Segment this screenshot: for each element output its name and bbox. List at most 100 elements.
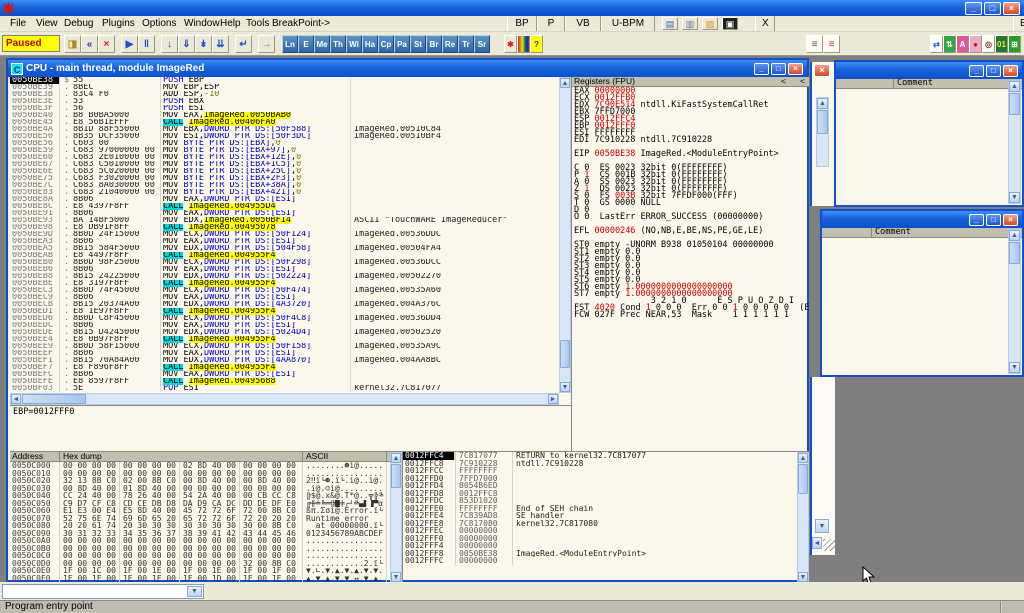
scroll-down-icon[interactable]: ▼ — [798, 572, 808, 582]
win-close-button[interactable]: × — [1003, 214, 1018, 226]
dump-row[interactable]: 0050C0D000 00 00 0000 00 00 0000 00 00 0… — [10, 560, 390, 568]
pause-button[interactable]: ‖ — [138, 35, 155, 53]
disasm-row[interactable]: 0050BEBE.E8 3197F8FFCALL ImageRed.004955… — [10, 280, 559, 287]
disasm-row[interactable]: 0050BEE9.8B0D 58F15000MOV ECX,DWORD PTR … — [10, 343, 559, 350]
dump-row[interactable]: 0050C02032 13 8B C002 00 8B C000 8D 40 0… — [10, 477, 390, 485]
disasm-row[interactable]: 0050BF03.5EPOP ESIkernel32.7C817077 — [10, 385, 559, 392]
scroll-right-icon[interactable]: ► — [548, 394, 558, 404]
win-close-button[interactable]: × — [1003, 65, 1018, 77]
disasm-row[interactable]: 0050BE3F.56PUSH ESI — [10, 105, 559, 112]
dump-row[interactable]: 0050C00000 00 00 0000 00 00 0002 8D 40 0… — [10, 462, 390, 470]
stack-row[interactable]: 0012FFC47C817077RETURN to kernel32.7C817… — [403, 452, 797, 460]
comment-middle-vscrollbar[interactable]: ▲ ▼ — [1008, 229, 1021, 374]
letter-button-br[interactable]: Br — [426, 35, 442, 53]
scroll-down-icon[interactable]: ▼ — [1009, 362, 1020, 373]
letter-button-wi[interactable]: Wi — [346, 35, 362, 53]
disasm-row[interactable]: 0050BE83.C683 21040000 00MOV BYTE PTR DS… — [10, 189, 559, 196]
dump-row[interactable]: 0050C03000 8D 40 0001 8D 40 0000 00 00 0… — [10, 485, 390, 493]
disasm-row[interactable]: 0050BEF1.8B15 70A84A00MOV EDX,DWORD PTR … — [10, 357, 559, 364]
step-over-button[interactable]: ⇓ — [178, 35, 195, 53]
letter-button-ln[interactable]: Ln — [282, 35, 298, 53]
disasm-row[interactable]: 0050BE38$55PUSH EBP — [10, 77, 559, 84]
stack-row[interactable]: 0012FFD07FFD7000 — [403, 475, 797, 483]
letter-button-ha[interactable]: Ha — [362, 35, 378, 53]
dump-row[interactable]: 0050C040CC 24 40 0078 26 40 0054 2A 40 0… — [10, 492, 390, 500]
dump-row[interactable]: 0050C0E01F 00 1C 001F 00 1E 001F 00 1E 0… — [10, 567, 390, 575]
spiral-icon[interactable]: ◎ — [982, 35, 995, 53]
menu-item-u-bpm[interactable]: U-BPM — [601, 16, 655, 31]
stack-row[interactable]: 0012FFE47C839AD8SE handler — [403, 512, 797, 520]
register-line[interactable]: O 0 LastErr ERROR_SUCCESS (00000000) — [574, 214, 809, 221]
disasm-row[interactable]: 0050BE45.E8 56B1EFFFCALL ImageRed.00406F… — [10, 119, 559, 126]
disasm-row[interactable]: 0050BE7C.C683 8A030000 00MOV BYTE PTR DS… — [10, 182, 559, 189]
disasm-row[interactable]: 0050BE3B.83C4 F0ADD ESP,-10 — [10, 91, 559, 98]
disasm-row[interactable]: 0050BE91.8B06MOV EAX,DWORD PTR DS:[ESI] — [10, 210, 559, 217]
execute-till-return-button[interactable]: ↵ — [235, 35, 252, 53]
disasm-row[interactable]: 0050BE4A.8B1D 88F55000MOV EBX,DWORD PTR … — [10, 126, 559, 133]
dump-row[interactable]: 0050C050C9 D7 CF C8CD CE DB D8DA D9 CA D… — [10, 500, 390, 508]
menu-edge-item[interactable]: E — [1013, 16, 1024, 31]
restart-button[interactable]: « — [81, 35, 98, 53]
trace-over-button[interactable]: ⇊ — [212, 35, 229, 53]
help-icon[interactable]: ? — [530, 35, 543, 53]
scroll-thumb[interactable] — [1009, 93, 1020, 115]
disasm-row[interactable]: 0050BEFC.8B06MOV EAX,DWORD PTR DS:[ESI] — [10, 371, 559, 378]
stack-row[interactable]: 0012FFFC00000000 — [403, 557, 797, 565]
comment-window-top-titlebar[interactable]: _ □ × — [836, 62, 1022, 79]
open-file-button[interactable]: ◨ — [64, 35, 81, 53]
breakpoint-list-icon[interactable]: ≡ — [823, 35, 840, 53]
console-icon[interactable]: ▣ — [722, 17, 738, 30]
colors-icon[interactable] — [517, 35, 530, 53]
restore-button[interactable]: □ — [984, 2, 1001, 15]
scroll-up-icon[interactable]: ▲ — [391, 453, 401, 463]
letter-button-pa[interactable]: Pa — [394, 35, 410, 53]
registers-nav-arrows[interactable]: < < — [781, 77, 809, 86]
dump-row[interactable]: 0050C0B000 00 00 0000 00 00 0000 00 00 0… — [10, 545, 390, 553]
disasm-row[interactable]: 0050BE6E.C683 5C020000 00MOV BYTE PTR DS… — [10, 168, 559, 175]
updown-icon[interactable]: ⇅ — [943, 35, 956, 53]
disasm-row[interactable]: 0050BED1.E8 1E97F8FFCALL ImageRed.004955… — [10, 308, 559, 315]
fragment-vscrollbar[interactable]: ▲ — [816, 97, 829, 167]
menu-item-p[interactable]: P — [537, 16, 565, 31]
stack-row[interactable]: 0012FFE87C817080kernel32.7C817080 — [403, 520, 797, 528]
stack-row[interactable]: 0012FFF000000000 — [403, 535, 797, 543]
win-restore-button[interactable]: □ — [986, 65, 1001, 77]
letter-button-tr[interactable]: Tr — [458, 35, 474, 53]
scroll-down-icon[interactable]: ▼ — [391, 572, 401, 582]
stack-row[interactable]: 0012FFE0FFFFFFFFEnd of SEH chain — [403, 505, 797, 513]
register-line[interactable]: EDI 7C910228 ntdll.7C910228 — [574, 137, 809, 144]
comment-top-vscrollbar[interactable]: ▲ ▼ — [1008, 80, 1021, 204]
swap-threads-icon[interactable]: ⇄ — [930, 35, 943, 53]
disasm-row[interactable]: 0050BE3E.53PUSH EBX — [10, 98, 559, 105]
notes-icon[interactable]: ▤ — [662, 17, 678, 30]
disasm-row[interactable]: 0050BEB0.8B0D 98F25000MOV ECX,DWORD PTR … — [10, 259, 559, 266]
cpu-restore-button[interactable]: □ — [771, 63, 786, 75]
register-line[interactable]: FCW 027F Prec NEAR,53 Mask 1 1 1 1 1 1 — [574, 312, 809, 319]
dump-row[interactable]: 0050C01000 00 00 0000 00 00 0000 00 00 0… — [10, 470, 390, 478]
dump-row[interactable]: 0050C0C000 00 00 0000 00 00 0000 00 00 0… — [10, 552, 390, 560]
disasm-row[interactable]: 0050BE50.8B35 DCF35000MOV ESI,DWORD PTR … — [10, 133, 559, 140]
disassembly-hscrollbar[interactable]: ◄ ► — [10, 393, 559, 405]
dump-vscrollbar[interactable]: ▲ ▼ — [390, 452, 402, 583]
run-button[interactable]: ▶ — [121, 35, 138, 53]
scroll-up-icon[interactable]: ▲ — [560, 78, 570, 88]
disasm-row[interactable]: 0050BE60.C683 2E010000 00MOV BYTE PTR DS… — [10, 154, 559, 161]
ascii-icon[interactable]: A — [956, 35, 969, 53]
menu-item-vb[interactable]: VB — [565, 16, 601, 31]
win-minimize-button[interactable]: _ — [969, 214, 984, 226]
scroll-left-icon[interactable]: ◄ — [812, 537, 822, 549]
scroll-thumb[interactable] — [798, 464, 808, 494]
disasm-row[interactable]: 0050BEF7.E8 F896F8FFCALL ImageRed.004955… — [10, 364, 559, 371]
stack-row[interactable]: 0012FFC87C910228ntdll.7C910228 — [403, 460, 797, 468]
menu-item-plugins[interactable]: Plugins — [96, 16, 141, 31]
menu-item-bp[interactable]: BP — [507, 16, 537, 31]
disasm-row[interactable]: 0050BE39.8BECMOV EBP,ESP — [10, 84, 559, 91]
disasm-row[interactable]: 0050BEB8.8B15 24225000MOV EDX,DWORD PTR … — [10, 273, 559, 280]
menu-item-breakpoint[interactable]: BreakPoint-> — [266, 16, 336, 31]
disasm-row[interactable]: 0050BEA5.8B15 584F5000MOV EDX,DWORD PTR … — [10, 245, 559, 252]
menu-close-item[interactable]: X — [755, 16, 775, 31]
close-program-button[interactable]: × — [98, 35, 115, 53]
cpu-titlebar[interactable]: C CPU - main thread, module ImageRed _ □… — [8, 60, 807, 77]
letter-button-cp[interactable]: Cp — [378, 35, 394, 53]
menu-item-debug[interactable]: Debug — [58, 16, 99, 31]
